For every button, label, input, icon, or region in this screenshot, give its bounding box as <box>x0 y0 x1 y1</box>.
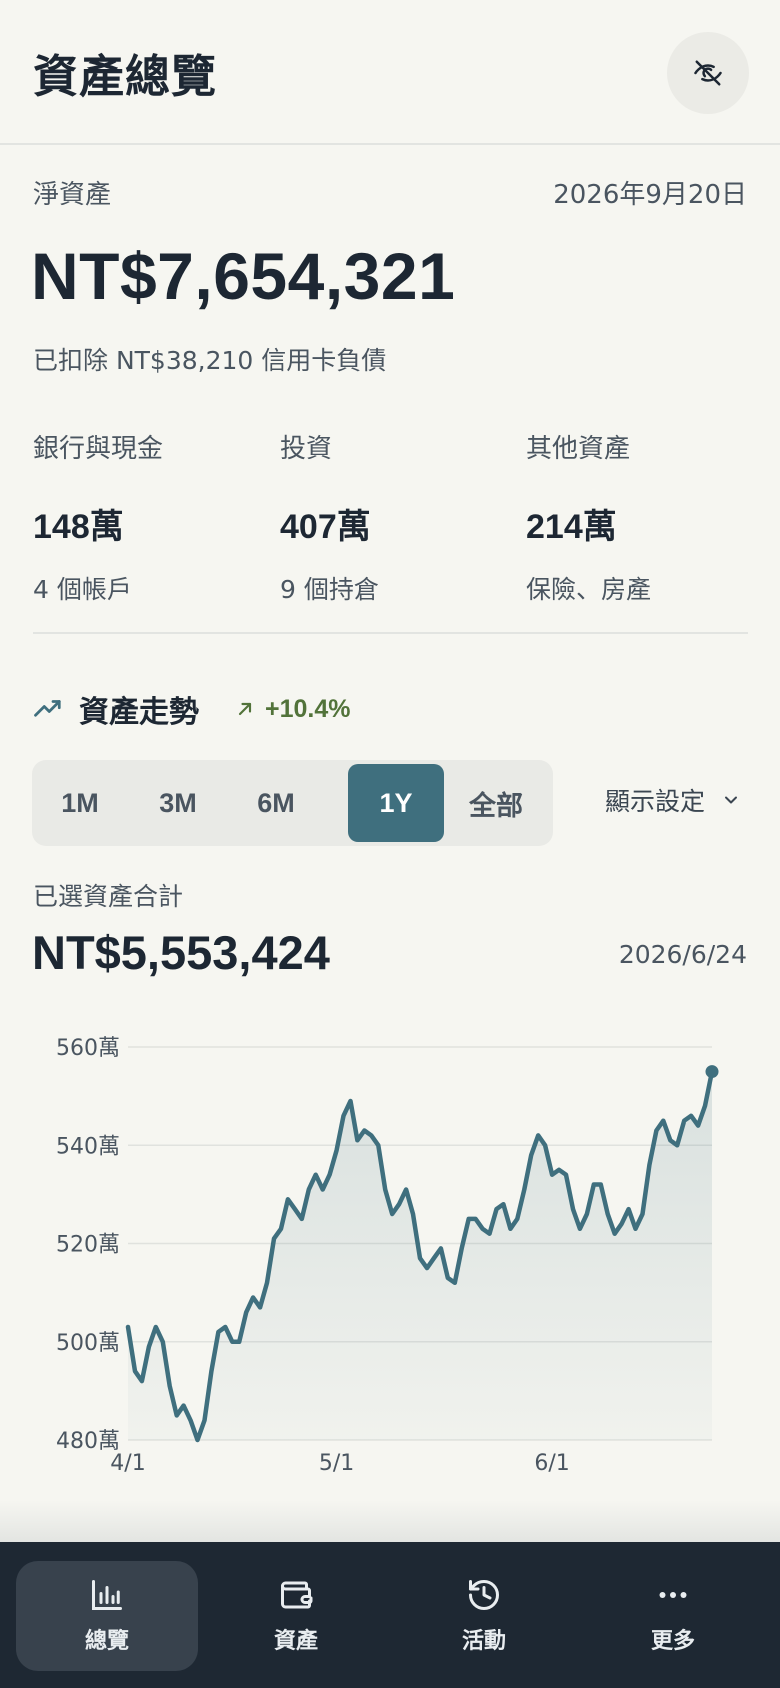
category-title: 其他資產 <box>526 434 631 464</box>
category-value: 148萬 <box>33 508 124 546</box>
y-tick-label: 540萬 <box>56 1134 120 1159</box>
asset-trend-chart[interactable]: 480萬500萬520萬540萬560萬 4/1 5/1 6/1 <box>0 1020 780 1480</box>
bar-chart-icon <box>92 1580 122 1610</box>
tab-more[interactable]: 更多 <box>582 1561 764 1671</box>
arrow-up-right-icon <box>238 702 252 716</box>
trend-change-badge: +10.4% <box>235 695 351 724</box>
trend-header: 資產走勢 +10.4% <box>33 689 351 730</box>
history-icon <box>469 1580 499 1610</box>
category-title: 投資 <box>280 434 333 464</box>
y-tick-label: 520萬 <box>56 1233 120 1258</box>
privacy-toggle-button[interactable] <box>667 32 749 114</box>
net-worth-amount: NT$7,654,321 <box>31 239 456 313</box>
range-all-button[interactable]: 全部 <box>448 764 544 842</box>
selected-total-amount: NT$5,553,424 <box>32 926 330 979</box>
range-3m-button[interactable]: 3M <box>130 764 226 842</box>
eye-off-icon <box>694 60 722 86</box>
category-investments[interactable]: 投資 407萬 9 個持倉 <box>280 428 520 606</box>
tab-label: 資產 <box>273 1629 318 1654</box>
category-other-assets[interactable]: 其他資產 214萬 保險、房產 <box>526 428 766 606</box>
more-icon <box>659 1592 687 1598</box>
category-subtitle: 保險、房產 <box>526 575 652 604</box>
category-bank-cash[interactable]: 銀行與現金 148萬 4 個帳戶 <box>33 428 273 606</box>
latest-point-marker <box>705 1065 719 1079</box>
range-1m-button[interactable]: 1M <box>32 764 128 842</box>
display-settings-dropdown[interactable]: 顯示設定 <box>605 780 741 820</box>
y-tick-label: 500萬 <box>56 1331 120 1356</box>
trend-change-value: +10.4% <box>265 694 351 723</box>
trending-up-icon <box>34 700 61 717</box>
selected-date: 2026/6/24 <box>618 940 747 969</box>
y-tick-label: 560萬 <box>56 1036 120 1061</box>
category-title: 銀行與現金 <box>33 434 164 464</box>
range-6m-button[interactable]: 6M <box>228 764 324 842</box>
wallet-icon <box>281 1581 313 1609</box>
display-settings-label: 顯示設定 <box>605 787 706 816</box>
x-tick-label: 5/1 <box>319 1451 354 1476</box>
chevron-down-icon <box>725 796 738 804</box>
tab-label: 總覽 <box>84 1629 129 1654</box>
tab-label: 更多 <box>650 1629 695 1654</box>
selected-total-label: 已選資產合計 <box>33 882 184 911</box>
x-tick-label: 4/1 <box>110 1451 145 1476</box>
scroll-fade <box>0 1500 780 1542</box>
net-worth-label: 淨資產 <box>33 180 112 210</box>
category-subtitle: 9 個持倉 <box>280 575 379 604</box>
category-value: 407萬 <box>280 508 371 546</box>
section-divider <box>33 632 748 634</box>
range-1y-button[interactable]: 1Y <box>348 764 444 842</box>
credit-card-debt-note: 已扣除 NT$38,210 信用卡負債 <box>33 346 387 375</box>
app-header: 資產總覽 <box>0 0 780 145</box>
tab-activity[interactable]: 活動 <box>393 1561 575 1671</box>
range-selector: 1M 3M 6M 1Y 全部 <box>32 760 553 846</box>
net-worth-date: 2026年9月20日 <box>553 180 747 210</box>
tab-label: 活動 <box>461 1629 506 1654</box>
category-value: 214萬 <box>526 508 617 546</box>
tab-assets[interactable]: 資產 <box>205 1561 387 1671</box>
page-title: 資產總覽 <box>33 50 218 103</box>
x-tick-label: 6/1 <box>534 1451 569 1476</box>
category-subtitle: 4 個帳戶 <box>33 575 132 604</box>
bottom-tab-bar: 總覽 資產 活動 更多 <box>0 1542 780 1688</box>
trend-title: 資產走勢 <box>79 695 199 730</box>
tab-overview[interactable]: 總覽 <box>16 1561 198 1671</box>
